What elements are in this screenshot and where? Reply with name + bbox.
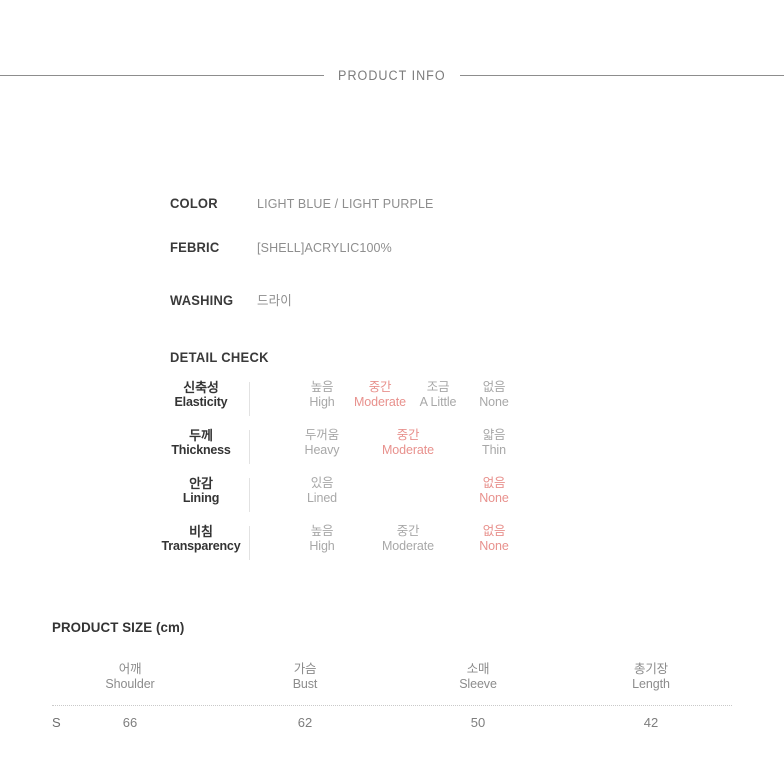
- option-ko: 없음: [482, 524, 506, 538]
- detail-option[interactable]: 없음 None: [455, 524, 533, 554]
- option-en: High: [309, 539, 335, 553]
- label-ko: 두께: [189, 428, 213, 443]
- size-value: 62: [297, 715, 313, 730]
- spec-value-washing: 드라이: [257, 293, 292, 308]
- detail-row-label-elasticity: 신축성 Elasticity: [160, 380, 242, 410]
- option-ko: 두꺼움: [305, 428, 339, 442]
- option-en: Moderate: [381, 443, 434, 457]
- detail-option[interactable]: 중간 Moderate: [369, 524, 447, 554]
- spec-list: COLOR LIGHT BLUE / LIGHT PURPLE FEBRIC […: [170, 196, 730, 309]
- label-en: Elasticity: [174, 395, 228, 410]
- label-ko: 안감: [189, 476, 213, 491]
- header-rule-right: [459, 74, 784, 76]
- option-en: Heavy: [304, 443, 340, 457]
- detail-row-elasticity: 신축성 Elasticity 높음 High 중간 Moderate 조금 A …: [160, 378, 520, 426]
- spec-value-febric: [SHELL]ACRYLIC100%: [257, 240, 392, 255]
- option-en: Thin: [482, 443, 506, 457]
- detail-option[interactable]: 얇음 Thin: [455, 428, 533, 458]
- row-divider: [249, 382, 250, 416]
- size-column-header: 소매 Sleeve: [418, 662, 538, 692]
- detail-row-thickness: 두께 Thickness 두꺼움 Heavy 중간 Moderate 얇음 Th…: [160, 426, 520, 474]
- detail-option[interactable]: 있음 Lined: [283, 476, 361, 506]
- detail-row-label-thickness: 두께 Thickness: [160, 428, 242, 458]
- page-title: PRODUCT INFO: [338, 67, 446, 83]
- product-info-header: PRODUCT INFO: [0, 62, 784, 88]
- spec-row-febric: FEBRIC [SHELL]ACRYLIC100%: [170, 240, 730, 255]
- column-ko: 소매: [466, 662, 490, 676]
- detail-row-label-transparency: 비침 Transparency: [160, 524, 242, 554]
- detail-option[interactable]: 없음 None: [455, 380, 533, 410]
- column-ko: 어깨: [118, 662, 142, 676]
- size-table-header-row: 어깨 Shoulder 가슴 Bust 소매 Sleeve 총기장 Length: [52, 662, 732, 706]
- size-value: 50: [470, 715, 486, 730]
- header-rule-left: [0, 74, 325, 76]
- detail-options-transparency: 높음 High 중간 Moderate 없음 None: [264, 524, 520, 564]
- option-ko: 중간: [396, 428, 420, 442]
- row-divider: [249, 526, 250, 560]
- label-en: Thickness: [171, 443, 231, 458]
- detail-options-thickness: 두꺼움 Heavy 중간 Moderate 얇음 Thin: [264, 428, 520, 468]
- label-ko: 비침: [189, 524, 213, 539]
- size-value: 42: [643, 715, 659, 730]
- option-en: None: [479, 491, 509, 505]
- column-en: Shoulder: [105, 677, 155, 691]
- detail-option[interactable]: 높음 High: [283, 524, 361, 554]
- spec-label-washing: WASHING: [170, 293, 234, 308]
- label-ko: 신축성: [183, 380, 219, 395]
- label-en: Lining: [182, 491, 220, 506]
- size-column-header: 어깨 Shoulder: [70, 662, 190, 692]
- detail-options-lining: 있음 Lined 없음 None: [264, 476, 520, 516]
- detail-row-lining: 안감 Lining 있음 Lined 없음 None: [160, 474, 520, 522]
- detail-options-elasticity: 높음 High 중간 Moderate 조금 A Little 없음 None: [264, 380, 520, 420]
- product-size-title: PRODUCT SIZE (cm): [52, 619, 185, 635]
- size-row-label: S: [52, 715, 61, 730]
- option-ko: 없음: [482, 380, 506, 394]
- column-ko: 가슴: [293, 662, 317, 676]
- detail-option[interactable]: 없음 None: [455, 476, 533, 506]
- size-column-header: 총기장 Length: [591, 662, 711, 692]
- option-ko: 중간: [396, 524, 420, 538]
- detail-option[interactable]: 중간 Moderate: [369, 428, 447, 458]
- column-en: Sleeve: [459, 677, 497, 691]
- column-ko: 총기장: [634, 662, 668, 676]
- spec-value-color: LIGHT BLUE / LIGHT PURPLE: [257, 196, 434, 211]
- column-en: Bust: [292, 677, 318, 691]
- row-divider: [249, 478, 250, 512]
- column-en: Length: [632, 677, 670, 691]
- option-ko: 없음: [482, 476, 506, 490]
- row-divider: [249, 430, 250, 464]
- detail-row-label-lining: 안감 Lining: [160, 476, 242, 506]
- spec-row-color: COLOR LIGHT BLUE / LIGHT PURPLE: [170, 196, 730, 211]
- detail-option[interactable]: 두꺼움 Heavy: [283, 428, 361, 458]
- size-column-header: 가슴 Bust: [245, 662, 365, 692]
- option-en: Lined: [306, 491, 338, 505]
- option-ko: 높음: [310, 524, 334, 538]
- detail-check-title: DETAIL CHECK: [170, 350, 269, 365]
- spec-row-washing: WASHING 드라이: [170, 290, 730, 309]
- option-ko: 얇음: [482, 428, 506, 442]
- option-en: None: [479, 539, 509, 553]
- table-row: S 66 62 50 42: [52, 706, 732, 755]
- detail-row-transparency: 비침 Transparency 높음 High 중간 Moderate 없음 N…: [160, 522, 520, 570]
- label-en: Transparency: [161, 539, 241, 554]
- product-size-table: 어깨 Shoulder 가슴 Bust 소매 Sleeve 총기장 Length…: [52, 662, 732, 755]
- option-en: Moderate: [381, 539, 434, 553]
- detail-check-table: 신축성 Elasticity 높음 High 중간 Moderate 조금 A …: [160, 378, 520, 570]
- option-en: None: [479, 395, 509, 409]
- spec-label-febric: FEBRIC: [170, 240, 220, 255]
- option-ko: 있음: [310, 476, 334, 490]
- spec-label-color: COLOR: [170, 196, 218, 211]
- size-value: 66: [122, 715, 138, 730]
